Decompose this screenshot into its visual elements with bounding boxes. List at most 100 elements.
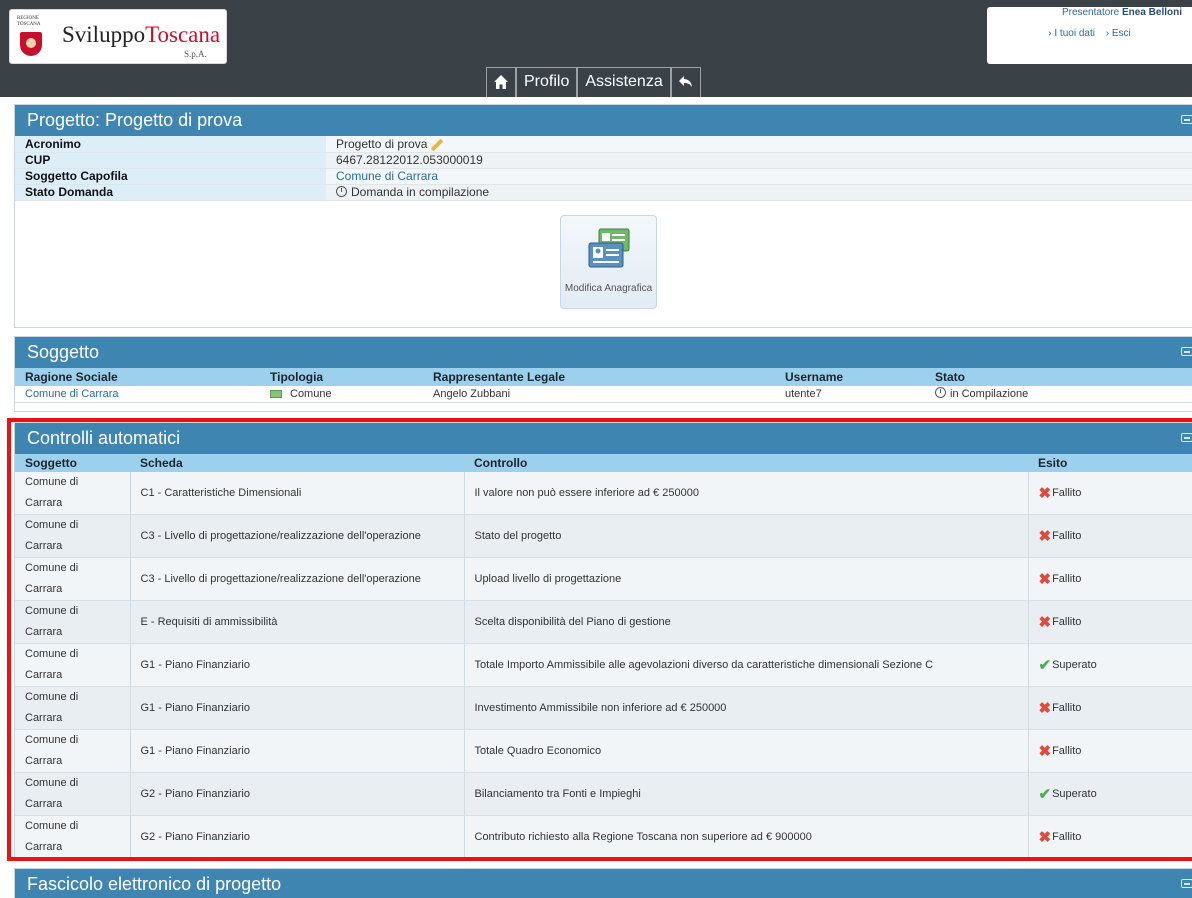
esito-text: Fallito (1052, 615, 1082, 628)
scheda-cell: C1 - Caratteristiche Dimensionali (129, 472, 464, 515)
back-button[interactable] (670, 67, 701, 97)
scheda-cell: C3 - Livello di progettazione/realizzazi… (129, 557, 464, 601)
col-controllo[interactable]: Controllo (464, 454, 1028, 472)
acronimo-value: Progetto di prova (326, 136, 1192, 153)
scheda-cell: G1 - Piano Finanziario (129, 729, 464, 773)
scheda-cell: G2 - Piano Finanziario (129, 815, 464, 859)
soggetto-line2: Carrara (25, 669, 63, 681)
logout-link[interactable]: › Esci (1106, 28, 1131, 39)
col-username[interactable]: Username (775, 368, 925, 386)
soggetto-table: Ragione Sociale Tipologia Rappresentante… (15, 368, 1192, 403)
clock-icon (336, 186, 347, 198)
collapse-icon[interactable] (1181, 347, 1192, 356)
controllo-cell: Totale Quadro Economico (463, 729, 1028, 773)
collapse-icon[interactable] (1181, 879, 1192, 888)
esito-text: Superato (1052, 658, 1097, 671)
soggetto-cell: Comune di Carrara (15, 686, 130, 730)
main-nav: Profilo Assistenza (486, 67, 701, 97)
controllo-cell: Stato del progetto (463, 514, 1028, 558)
soggetto-line2: Carrara (25, 540, 63, 552)
esito-cell: ✖Fallito (1027, 815, 1192, 859)
fascicolo-title: Fascicolo elettronico di progetto (27, 874, 282, 894)
table-row: Acronimo Progetto di prova (15, 136, 1192, 153)
soggetto-line2: Carrara (25, 841, 63, 853)
scheda-cell: G1 - Piano Finanziario (129, 686, 464, 730)
soggetto-line1: Comune di (25, 777, 79, 789)
logo-name-part2: Toscana (145, 22, 221, 47)
controllo-cell: Bilanciamento tra Fonti e Impieghi (463, 772, 1028, 816)
tipologia-text: Comune (290, 387, 332, 400)
progetto-title: Progetto: Progetto di prova (27, 110, 243, 130)
nav-profilo[interactable]: Profilo (516, 67, 578, 97)
table-row: Comune di Carrara Comune Angelo Zubbani … (15, 386, 1192, 403)
progetto-panel: Progetto: Progetto di prova Acronimo Pro… (14, 104, 1192, 328)
pencil-icon[interactable] (431, 138, 444, 151)
col-soggetto[interactable]: Soggetto (15, 454, 130, 472)
ragione-link[interactable]: Comune di Carrara (25, 388, 119, 400)
fascicolo-panel: Fascicolo elettronico di progetto (14, 868, 1192, 898)
esito-cell: ✔Superato (1027, 772, 1192, 816)
x-icon: ✖ (1038, 571, 1052, 588)
controllo-cell: Contributo richiesto alla Regione Toscan… (463, 815, 1028, 859)
table-row: Comune di Carrara G1 - Piano Finanziario To… (15, 729, 1192, 773)
collapse-icon[interactable] (1181, 433, 1192, 442)
nav-assistenza[interactable]: Assistenza (577, 67, 671, 97)
x-icon: ✖ (1038, 485, 1052, 502)
soggetto-line1: Comune di (25, 476, 79, 488)
acronimo-label: Acronimo (15, 136, 326, 153)
esito-cell: ✖Fallito (1027, 729, 1192, 773)
col-stato[interactable]: Stato (925, 368, 1192, 386)
progetto-info-table: Acronimo Progetto di prova CUP 6467.2812… (15, 136, 1192, 201)
controllo-cell: Il valore non può essere inferiore ad € … (463, 472, 1028, 515)
soggetto-line1: Comune di (25, 691, 79, 703)
col-esito[interactable]: Esito (1028, 454, 1192, 472)
table-header-row: Ragione Sociale Tipologia Rappresentante… (15, 368, 1192, 386)
fascicolo-panel-header[interactable]: Fascicolo elettronico di progetto (15, 869, 1192, 898)
esito-text: Fallito (1052, 529, 1082, 542)
col-ragione-sociale[interactable]: Ragione Sociale (15, 368, 260, 386)
soggetto-title: Soggetto (27, 342, 100, 362)
table-row: Stato Domanda Domanda in compilazione (15, 184, 1192, 201)
progetto-panel-header[interactable]: Progetto: Progetto di prova (15, 105, 1192, 136)
col-rappresentante[interactable]: Rappresentante Legale (423, 368, 775, 386)
scheda-cell: C3 - Livello di progettazione/realizzazi… (129, 514, 464, 558)
home-icon (494, 74, 508, 89)
x-icon: ✖ (1038, 743, 1052, 760)
modifica-anagrafica-button[interactable]: Modifica Anagrafica (560, 215, 657, 309)
soggetto-line2: Carrara (25, 497, 63, 509)
controlli-panel-header[interactable]: Controlli automatici (15, 423, 1192, 454)
controllo-cell: Totale Importo Ammissibile alle agevolaz… (463, 643, 1028, 687)
esito-cell: ✔Superato (1027, 643, 1192, 687)
soggetto-line1: Comune di (25, 562, 79, 574)
soggetto-panel: Soggetto Ragione Sociale Tipologia Rappr… (14, 336, 1192, 412)
soggetto-panel-header[interactable]: Soggetto (15, 337, 1192, 368)
controlli-panel: Controlli automatici Soggetto Scheda Con… (14, 422, 1192, 859)
soggetto-line1: Comune di (25, 519, 79, 531)
soggetto-line1: Comune di (25, 820, 79, 832)
stato-domanda-value: Domanda in compilazione (326, 184, 1192, 201)
back-icon (678, 75, 692, 87)
esito-cell: ✖Fallito (1027, 600, 1192, 644)
soggetto-cell: Comune di Carrara (15, 815, 130, 859)
collapse-icon[interactable] (1181, 115, 1192, 124)
soggetto-line2: Carrara (25, 712, 63, 724)
tipologia-cell: Comune (260, 386, 423, 403)
esito-text: Fallito (1052, 486, 1082, 499)
home-button[interactable] (486, 67, 516, 97)
table-row: Comune di Carrara G1 - Piano Finanziario To… (15, 643, 1192, 687)
sviluppo-toscana-logo[interactable]: REGIONE TOSCANA SviluppoToscana S.p.A. (9, 9, 227, 64)
table-row: Comune di Carrara E - Requisiti di ammissi… (15, 600, 1192, 644)
regione-crest-icon (20, 32, 42, 56)
controllo-cell: Upload livello di progettazione (463, 557, 1028, 601)
controlli-table: Soggetto Scheda Controllo Esito Comune d… (15, 454, 1192, 859)
soggetto-cell: Comune di Carrara (15, 772, 130, 816)
col-scheda[interactable]: Scheda (130, 454, 464, 472)
col-tipologia[interactable]: Tipologia (260, 368, 423, 386)
x-icon: ✖ (1038, 700, 1052, 717)
my-data-link[interactable]: › I tuoi dati (1048, 28, 1095, 39)
rappresentante-cell: Angelo Zubbani (423, 386, 775, 403)
x-icon: ✖ (1038, 528, 1052, 545)
logo-name: SviluppoToscana (62, 22, 220, 48)
soggetto-cell: Comune di Carrara (15, 557, 130, 601)
capofila-link[interactable]: Comune di Carrara (336, 169, 438, 183)
